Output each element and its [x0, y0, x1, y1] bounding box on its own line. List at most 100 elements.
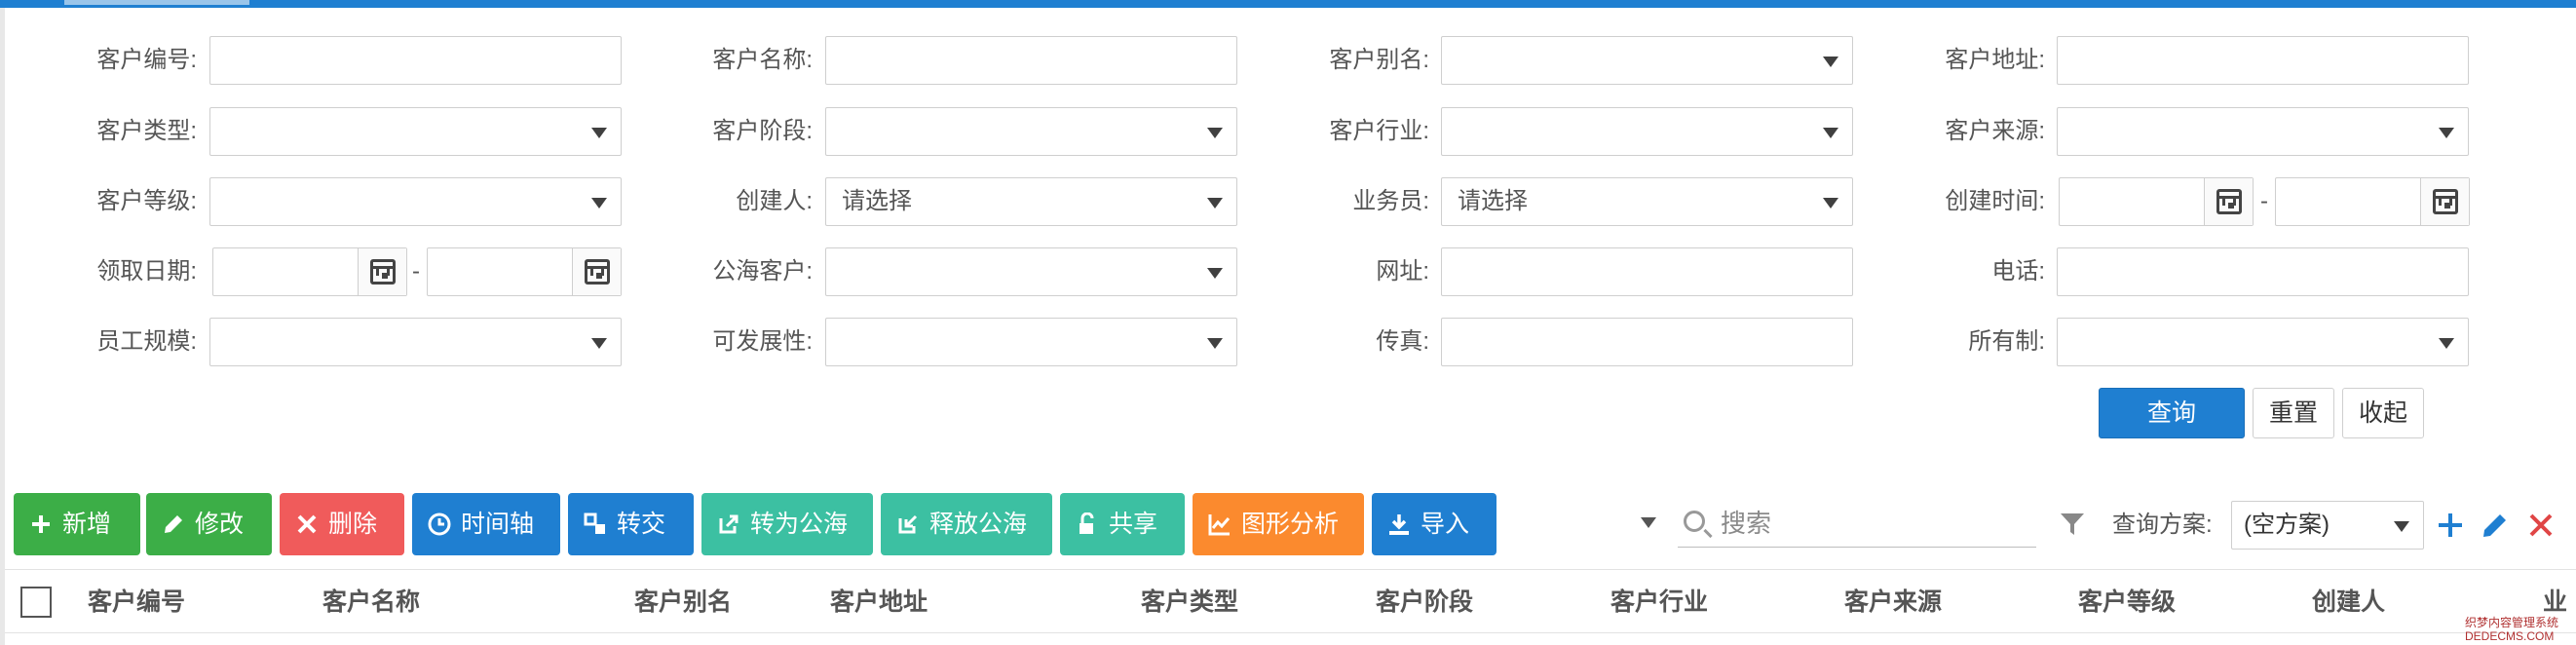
fax-input[interactable] [1441, 318, 1853, 366]
claim-date-label: 领取日期: [96, 258, 197, 285]
salesman-select[interactable]: 请选择 [1441, 177, 1853, 226]
customer-stage-select[interactable] [825, 107, 1237, 156]
column-header[interactable]: 客户类型 [1141, 570, 1238, 634]
active-tab-indicator[interactable] [64, 0, 249, 5]
column-header[interactable]: 客户阶段 [1376, 570, 1473, 634]
import-button-label: 导入 [1421, 511, 1470, 538]
ownership-select[interactable] [2057, 318, 2469, 366]
query-scheme-label: 查询方案: [2112, 512, 2213, 538]
pencil-icon [162, 512, 185, 536]
claim-date-end-input[interactable] [427, 247, 622, 296]
query-scheme-value: (空方案) [2244, 512, 2330, 538]
transfer-button-label: 转交 [617, 511, 666, 538]
add-button-label: 新增 [62, 511, 112, 538]
chart-analysis-button-label: 图形分析 [1241, 511, 1340, 538]
calendar-icon [2433, 189, 2458, 214]
to-public-button[interactable]: 转为公海 [701, 493, 873, 555]
customer-alias-label: 客户别名: [1329, 47, 1429, 73]
clock-icon [428, 512, 451, 536]
website-input[interactable] [1441, 247, 1853, 296]
public-sea-label: 公海客户: [712, 258, 813, 285]
customer-address-input[interactable] [2057, 36, 2469, 85]
column-header[interactable]: 客户别名 [634, 570, 732, 634]
chevron-down-icon [1207, 128, 1223, 138]
column-header[interactable]: 客户行业 [1610, 570, 1708, 634]
customer-alias-select[interactable] [1441, 36, 1853, 85]
search-icon [1684, 511, 1705, 532]
add-button[interactable]: 新增 [14, 493, 140, 555]
customer-no-label: 客户编号: [96, 47, 197, 73]
customer-level-select[interactable] [209, 177, 622, 226]
chevron-down-icon [1823, 198, 1838, 209]
collapse-button[interactable]: 收起 [2342, 388, 2424, 438]
calendar-icon [370, 259, 396, 285]
calendar-icon-button[interactable] [572, 248, 621, 295]
filter-icon[interactable] [2060, 512, 2085, 537]
creator-label: 创建人: [736, 188, 813, 214]
customer-industry-select[interactable] [1441, 107, 1853, 156]
developable-select[interactable] [825, 318, 1237, 366]
column-header[interactable]: 客户编号 [88, 570, 185, 634]
share-button-label: 共享 [1109, 511, 1158, 538]
customer-type-select[interactable] [209, 107, 622, 156]
release-icon [896, 512, 920, 536]
quick-search-input[interactable] [1721, 501, 2032, 546]
quick-search [1678, 501, 2036, 548]
fax-label: 传真: [1376, 328, 1429, 355]
search-field-dropdown-icon[interactable] [1641, 517, 1656, 528]
share-button[interactable]: 共享 [1060, 493, 1185, 555]
create-time-label: 创建时间: [1945, 188, 2045, 214]
transfer-icon [584, 512, 607, 536]
calendar-icon-button[interactable] [358, 248, 406, 295]
phone-input[interactable] [2057, 247, 2469, 296]
calendar-icon-button[interactable] [2204, 178, 2253, 225]
column-header[interactable]: 客户来源 [1844, 570, 1942, 634]
customer-type-label: 客户类型: [96, 118, 197, 144]
customer-no-input[interactable] [209, 36, 622, 85]
add-scheme-icon[interactable] [2436, 511, 2465, 540]
chevron-down-icon [2439, 338, 2454, 349]
calendar-icon-button[interactable] [2420, 178, 2469, 225]
chevron-down-icon [591, 338, 607, 349]
close-icon [295, 512, 319, 536]
column-header[interactable]: 客户名称 [322, 570, 420, 634]
delete-button-label: 删除 [328, 511, 378, 538]
query-button[interactable]: 查询 [2099, 388, 2245, 438]
chevron-down-icon [1823, 128, 1838, 138]
creator-select[interactable]: 请选择 [825, 177, 1237, 226]
table-header: 客户编号 客户名称 客户别名 客户地址 客户类型 客户阶段 客户行业 客户来源 … [5, 569, 2576, 633]
timeline-button[interactable]: 时间轴 [412, 493, 560, 555]
customer-address-label: 客户地址: [1945, 47, 2045, 73]
customer-source-label: 客户来源: [1945, 118, 2045, 144]
public-sea-select[interactable] [825, 247, 1237, 296]
developable-label: 可发展性: [712, 328, 813, 355]
select-all-checkbox[interactable] [20, 587, 52, 618]
edit-button[interactable]: 修改 [146, 493, 272, 555]
reset-button[interactable]: 重置 [2253, 388, 2334, 438]
customer-industry-label: 客户行业: [1329, 118, 1429, 144]
column-header[interactable]: 客户地址 [830, 570, 928, 634]
edit-scheme-icon[interactable] [2481, 511, 2510, 540]
transfer-button[interactable]: 转交 [568, 493, 694, 555]
delete-scheme-icon[interactable] [2528, 512, 2554, 538]
create-time-end-input[interactable] [2275, 177, 2470, 226]
chevron-down-icon [1823, 57, 1838, 67]
external-link-icon [717, 512, 740, 536]
customer-name-input[interactable] [825, 36, 1237, 85]
delete-button[interactable]: 删除 [280, 493, 404, 555]
staff-size-select[interactable] [209, 318, 622, 366]
customer-source-select[interactable] [2057, 107, 2469, 156]
customer-level-label: 客户等级: [96, 188, 197, 214]
chevron-down-icon [1207, 338, 1223, 349]
timeline-button-label: 时间轴 [461, 511, 535, 538]
create-time-start-input[interactable] [2059, 177, 2254, 226]
query-scheme-select[interactable]: (空方案) [2231, 501, 2424, 550]
claim-date-separator: - [412, 258, 420, 285]
ownership-label: 所有制: [1968, 328, 2045, 355]
column-header[interactable]: 客户等级 [2078, 570, 2176, 634]
chart-analysis-button[interactable]: 图形分析 [1193, 493, 1364, 555]
claim-date-start-input[interactable] [212, 247, 407, 296]
column-header[interactable]: 创建人 [2312, 570, 2385, 634]
import-button[interactable]: 导入 [1372, 493, 1496, 555]
release-public-button[interactable]: 释放公海 [881, 493, 1052, 555]
